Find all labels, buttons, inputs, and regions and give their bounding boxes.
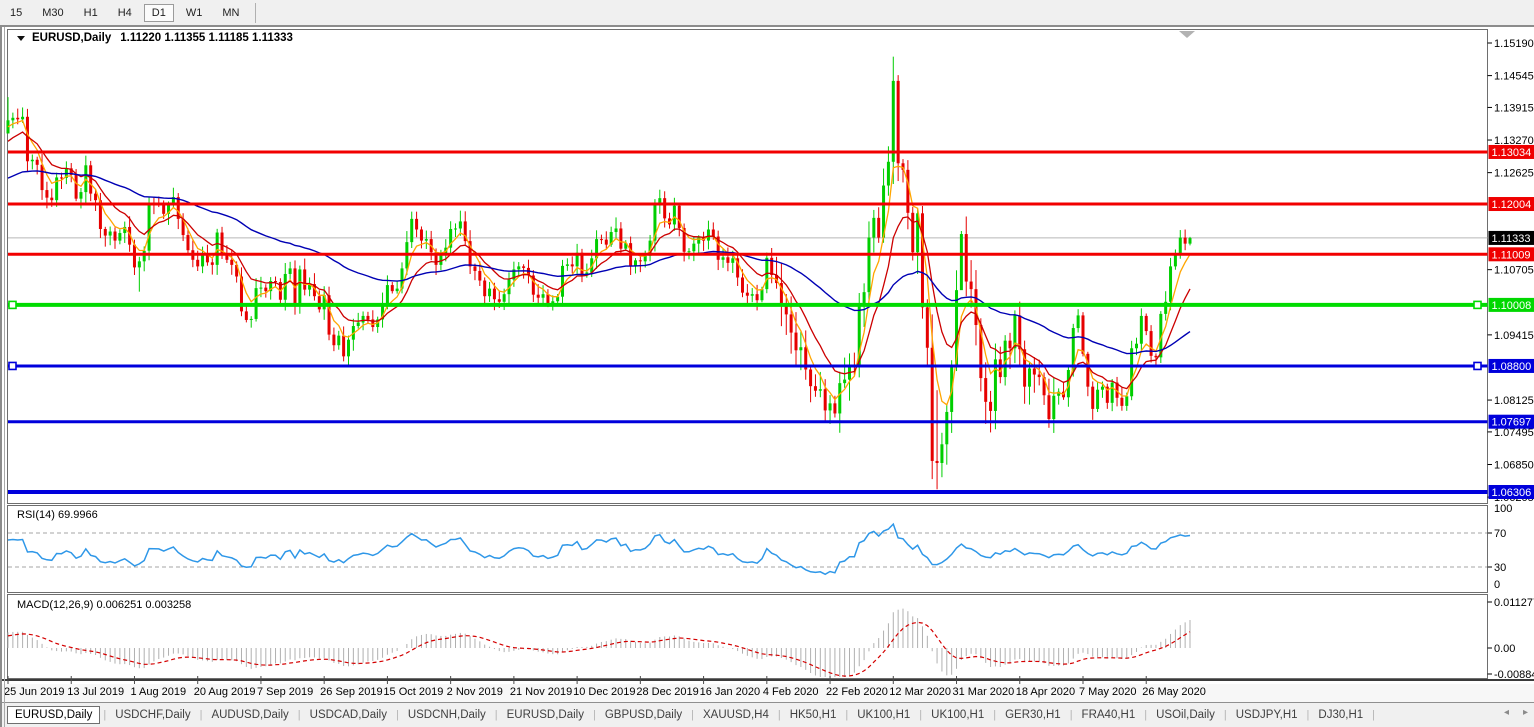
tab-scroll-right-button[interactable]: ▸: [1523, 706, 1528, 720]
toolbar-divider: [0, 25, 1534, 28]
price-level-box-label: 1.06306: [1492, 487, 1532, 499]
date-axis-label: 12 Mar 2020: [889, 686, 952, 698]
symbol-tab-uk100-h1[interactable]: UK100,H1: [923, 706, 992, 724]
price-tick-label: 1.07495: [1494, 427, 1534, 439]
price-tick-label: 1.08125: [1494, 395, 1534, 407]
date-axis-label: 21 Nov 2019: [509, 686, 573, 698]
chart-ohlc-values: 1.11220 1.11355 1.11185 1.11333: [120, 32, 293, 44]
timeframe-toolbar: 15 M30 H1 H4 D1 W1 MN: [0, 0, 1534, 25]
symbol-tab-gbpusd-daily[interactable]: GBPUSD,Daily: [597, 706, 690, 724]
date-axis-label: 7 May 2020: [1078, 686, 1137, 698]
date-axis-label: 1 Aug 2019: [130, 686, 187, 698]
tab-scroll-left-button[interactable]: ◂: [1504, 706, 1509, 720]
symbol-tab-uk100-h1[interactable]: UK100,H1: [849, 706, 918, 724]
symbol-tab-usdcad-daily[interactable]: USDCAD,Daily: [302, 706, 395, 724]
symbol-dropdown-icon[interactable]: [17, 35, 25, 41]
timeframe-button-h4[interactable]: H4: [110, 4, 140, 22]
date-axis-label: 16 Jan 2020: [699, 686, 761, 698]
rsi-axis-label: 100: [1494, 503, 1512, 515]
rsi-axis-label: 30: [1494, 562, 1506, 574]
macd-panel[interactable]: [7, 594, 1488, 679]
price-tick-label: 1.12625: [1494, 168, 1534, 180]
price-tick-label: 1.13915: [1494, 102, 1534, 114]
date-axis-label: 26 May 2020: [1142, 686, 1206, 698]
line-handle[interactable]: [1473, 361, 1482, 371]
rsi-indicator-label: RSI(14) 69.9966: [17, 509, 98, 521]
rsi-axis-label: 0: [1494, 579, 1500, 591]
chart-title: EURUSD,Daily 1.11220 1.11355 1.11185 1.1…: [17, 32, 293, 44]
macd-axis-label: 0.00: [1494, 643, 1515, 655]
price-level-box-label: 1.11333: [1492, 233, 1531, 245]
symbol-tab-dj30-h1[interactable]: DJ30,H1: [1310, 706, 1371, 724]
price-level-box-label: 1.08800: [1492, 361, 1532, 373]
date-axis-label: 31 Mar 2020: [952, 686, 1015, 698]
symbol-tab-usdjpy-h1[interactable]: USDJPY,H1: [1228, 706, 1306, 724]
symbol-tab-usdchf-daily[interactable]: USDCHF,Daily: [107, 706, 198, 724]
macd-indicator-label: MACD(12,26,9) 0.006251 0.003258: [17, 599, 192, 611]
date-axis-label: 15 Oct 2019: [383, 686, 444, 698]
timeframe-button-mn[interactable]: MN: [214, 4, 247, 22]
timeframe-button-d1[interactable]: D1: [143, 3, 174, 22]
date-axis-label: 25 Jun 2019: [4, 686, 65, 698]
timeframe-button-15[interactable]: 15: [2, 4, 30, 22]
line-handle[interactable]: [8, 361, 17, 371]
symbol-tab-eurusd-daily[interactable]: EURUSD,Daily: [499, 706, 592, 724]
symbol-tab-ger30-h1[interactable]: GER30,H1: [997, 706, 1069, 724]
symbol-tab-hk50-h1[interactable]: HK50,H1: [782, 706, 845, 724]
date-axis-label: 13 Jul 2019: [67, 686, 125, 698]
price-level-box-label: 1.07697: [1492, 417, 1532, 429]
symbol-tab-xauusd-h4[interactable]: XAUUSD,H4: [695, 706, 777, 724]
price-level-box-label: 1.12004: [1492, 199, 1532, 211]
date-axis[interactable]: 25 Jun 2019 13 Jul 2019 1 Aug 2019 20 Aug 2…: [0, 684, 1534, 702]
date-axis-label: 26 Sep 2019: [320, 686, 383, 698]
symbol-tab-fra40-h1[interactable]: FRA40,H1: [1074, 706, 1144, 724]
price-axis[interactable]: 1.151901.145451.139151.132701.126251.107…: [1487, 38, 1534, 681]
symbol-tab-usdcnh-daily[interactable]: USDCNH,Daily: [400, 706, 494, 724]
price-tick-label: 1.10705: [1494, 265, 1534, 277]
chart-symbol-label: EURUSD,Daily: [32, 32, 112, 44]
price-tick-label: 1.09415: [1494, 330, 1534, 342]
symbol-tab-usoil-daily[interactable]: USOil,Daily: [1148, 706, 1223, 724]
price-level-box-label: 1.13034: [1492, 147, 1532, 159]
price-level-box-label: 1.11009: [1492, 249, 1531, 261]
window-left-border: [0, 27, 2, 727]
date-axis-label: 7 Sep 2019: [256, 686, 314, 698]
date-axis-label: 28 Dec 2019: [636, 686, 699, 698]
tab-scroll-arrows: ◂ ▸: [1504, 706, 1528, 720]
date-axis-label: 10 Dec 2019: [573, 686, 636, 698]
macd-axis-label: 0.011277: [1494, 597, 1534, 609]
price-tick-label: 1.15190: [1494, 38, 1534, 50]
timeframe-button-h1[interactable]: H1: [76, 4, 106, 22]
price-tick-label: 1.06850: [1494, 460, 1534, 472]
macd-axis-label: -0.008845: [1494, 669, 1534, 681]
line-handle[interactable]: [8, 300, 17, 310]
window-left-border-inner: [4, 27, 5, 727]
chart-canvas[interactable]: 1.151901.145451.139151.132701.126251.107…: [0, 0, 1534, 727]
symbol-tab-eurusd-daily[interactable]: EURUSD,Daily: [7, 706, 101, 724]
rsi-axis-label: 70: [1494, 528, 1506, 540]
symbol-tabbar: EURUSD,Daily | USDCHF,Daily | AUDUSD,Daily | U…: [0, 702, 1534, 727]
timeframe-button-m30[interactable]: M30: [34, 4, 71, 22]
line-handle[interactable]: [1473, 300, 1482, 310]
price-panel[interactable]: [7, 29, 1488, 504]
date-axis-label: 4 Feb 2020: [762, 686, 819, 698]
price-tick-label: 1.14545: [1494, 71, 1534, 83]
toolbar-separator: [255, 2, 257, 23]
date-axis-label: 2 Nov 2019: [446, 686, 503, 698]
mt4-chart-window: { "toolbar": { "timeframes": [ {"label":…: [0, 0, 1534, 727]
date-axis-label: 20 Aug 2019: [193, 686, 256, 698]
tab-separator: |: [1372, 709, 1376, 721]
symbol-tab-audusd-daily[interactable]: AUDUSD,Daily: [203, 706, 296, 724]
price-level-box-label: 1.10008: [1492, 300, 1532, 312]
date-axis-label: 22 Feb 2020: [826, 686, 888, 698]
timeframe-button-w1[interactable]: W1: [178, 4, 211, 22]
date-axis-label: 18 Apr 2020: [1015, 686, 1076, 698]
rsi-panel[interactable]: [7, 505, 1488, 593]
